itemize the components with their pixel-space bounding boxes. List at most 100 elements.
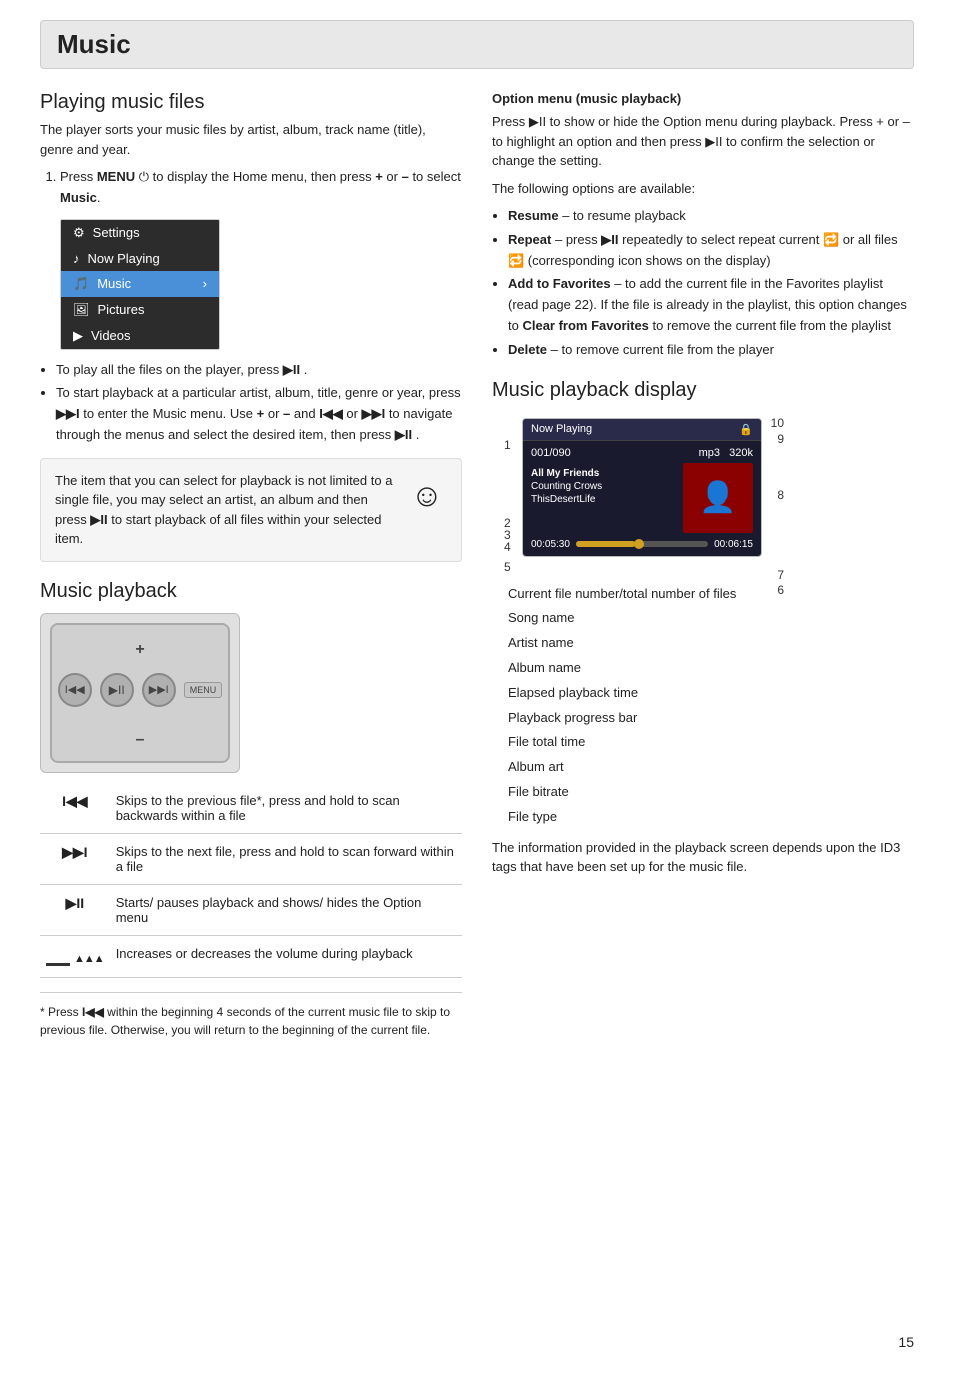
option-resume: Resume – to resume playback bbox=[508, 206, 914, 227]
numbered-item-10: File type bbox=[508, 807, 914, 828]
display-body: 001/090 mp3 320k bbox=[523, 441, 761, 556]
label-8: 8 bbox=[777, 488, 784, 502]
label-10: 10 bbox=[771, 416, 784, 430]
track-number: 001/090 bbox=[531, 447, 571, 459]
plus-label: + bbox=[135, 641, 144, 659]
play-button: ▶II bbox=[100, 673, 134, 707]
pictures-icon: 🖼 bbox=[73, 302, 90, 318]
total-time: 00:06:15 bbox=[714, 539, 753, 550]
option-menu-intro: Press ▶II to show or hide the Option men… bbox=[492, 112, 914, 171]
footnote: * Press I◀◀ within the beginning 4 secon… bbox=[40, 992, 462, 1039]
note-text: The item that you can select for playbac… bbox=[55, 471, 395, 549]
menu-item-pictures: 🖼 Pictures bbox=[61, 297, 219, 323]
music-icon: 🎵 bbox=[73, 276, 89, 292]
option-delete: Delete – to remove current file from the… bbox=[508, 340, 914, 361]
song-info: All My Friends Counting Crows ThisDesert… bbox=[531, 463, 677, 533]
playing-music-files-intro: The player sorts your music files by art… bbox=[40, 120, 462, 159]
volume-icon: ▲▲▲ bbox=[46, 946, 104, 966]
control-next-desc: Skips to the next file, press and hold t… bbox=[110, 833, 462, 884]
numbered-item-4: Album name bbox=[508, 658, 914, 679]
control-next-symbol: ▶▶I bbox=[40, 833, 110, 884]
label-6: 6 bbox=[777, 583, 784, 597]
control-volume-symbol: ▲▲▲ bbox=[40, 935, 110, 977]
control-next: ▶▶I Skips to the next file, press and ho… bbox=[40, 833, 462, 884]
menu-item-nowplaying: ♪ Now Playing bbox=[61, 246, 219, 271]
display-header: Now Playing 🔒 bbox=[523, 419, 761, 441]
music-playback-heading: Music playback bbox=[40, 580, 462, 603]
album-name: ThisDesertLife bbox=[531, 493, 677, 506]
playback-display-heading: Music playback display bbox=[492, 379, 914, 402]
controls-table: I◀◀ Skips to the previous file*, press a… bbox=[40, 783, 462, 978]
right-column: Option menu (music playback) Press ▶II t… bbox=[492, 91, 914, 1057]
option-menu-heading: Option menu (music playback) bbox=[492, 91, 914, 106]
options-intro: The following options are available: bbox=[492, 179, 914, 199]
song-lines: All My Friends Counting Crows ThisDesert… bbox=[531, 467, 677, 506]
now-playing-label: Now Playing bbox=[531, 423, 592, 435]
device-btn-row: I◀◀ ▶II ▶▶I MENU bbox=[58, 673, 223, 707]
playback-info-text: The information provided in the playback… bbox=[492, 838, 914, 877]
settings-icon: ⚙ bbox=[73, 225, 85, 241]
progress-dot bbox=[634, 539, 644, 549]
menu-item-settings: ⚙ Settings bbox=[61, 220, 219, 246]
page-title: Music bbox=[57, 29, 897, 60]
bullet-1: To play all the files on the player, pre… bbox=[56, 360, 462, 381]
numbered-list: Current file number/total number of file… bbox=[508, 584, 914, 828]
left-column: Playing music files The player sorts you… bbox=[40, 91, 462, 1057]
control-volume: ▲▲▲ Increases or decreases the volume du… bbox=[40, 935, 462, 977]
numbered-item-6: Playback progress bar bbox=[508, 708, 914, 729]
option-add-favorites: Add to Favorites – to add the current fi… bbox=[508, 274, 914, 336]
prev-button: I◀◀ bbox=[58, 673, 92, 707]
track-info-row: 001/090 mp3 320k bbox=[531, 447, 753, 459]
step-1: Press MENU ⏻ to display the Home menu, t… bbox=[60, 167, 462, 209]
control-prev-symbol: I◀◀ bbox=[40, 783, 110, 834]
progress-bar bbox=[576, 541, 708, 547]
page: Music Playing music files The player sor… bbox=[0, 0, 954, 1374]
page-header: Music bbox=[40, 20, 914, 69]
label-7: 7 bbox=[777, 568, 784, 582]
note-box: The item that you can select for playbac… bbox=[40, 458, 462, 562]
option-menu-section: Option menu (music playback) Press ▶II t… bbox=[492, 91, 914, 361]
artist-name: Counting Crows bbox=[531, 480, 677, 493]
menu-item-music: 🎵 Music › bbox=[61, 271, 219, 297]
numbered-item-8: Album art bbox=[508, 757, 914, 778]
numbered-item-9: File bitrate bbox=[508, 782, 914, 803]
numbered-item-3: Artist name bbox=[508, 633, 914, 654]
progress-row: 00:05:30 00:06:15 bbox=[531, 539, 753, 550]
control-play: ▶II Starts/ pauses playback and shows/ h… bbox=[40, 884, 462, 935]
label-5: 5 bbox=[504, 560, 511, 574]
playing-music-files-heading: Playing music files bbox=[40, 91, 462, 114]
next-button: ▶▶I bbox=[142, 673, 176, 707]
minus-label: – bbox=[136, 731, 145, 749]
numbered-item-5: Elapsed playback time bbox=[508, 683, 914, 704]
album-art-icon: 👤 bbox=[699, 480, 736, 515]
control-volume-desc: Increases or decreases the volume during… bbox=[110, 935, 462, 977]
videos-icon: ▶ bbox=[73, 328, 83, 344]
menu-screenshot: ⚙ Settings ♪ Now Playing 🎵 Music › 🖼 bbox=[60, 219, 220, 350]
format-bitrate: mp3 320k bbox=[699, 447, 753, 459]
numbered-item-7: File total time bbox=[508, 732, 914, 753]
song-name: All My Friends bbox=[531, 467, 677, 480]
album-art: 👤 bbox=[683, 463, 753, 533]
label-1: 1 bbox=[504, 438, 511, 452]
bullet-2: To start playback at a particular artist… bbox=[56, 383, 462, 445]
device-illustration: + I◀◀ ▶II ▶▶I MENU – bbox=[40, 613, 240, 773]
playing-music-files-section: Playing music files The player sorts you… bbox=[40, 91, 462, 562]
playback-display-section: Music playback display 1 2 3 4 5 10 9 8 … bbox=[492, 379, 914, 877]
page-number: 15 bbox=[898, 1334, 914, 1350]
label-9: 9 bbox=[777, 432, 784, 446]
lock-icon: 🔒 bbox=[739, 423, 753, 436]
music-playback-section: Music playback + I◀◀ ▶II ▶▶I MENU – bbox=[40, 580, 462, 1039]
menu-button: MENU bbox=[184, 682, 223, 698]
playback-display-wrapper: 1 2 3 4 5 10 9 8 7 6 Now Playing 🔒 bbox=[522, 408, 762, 567]
control-play-desc: Starts/ pauses playback and shows/ hides… bbox=[110, 884, 462, 935]
option-repeat: Repeat – press ▶II repeatedly to select … bbox=[508, 230, 914, 272]
label-4: 4 bbox=[504, 540, 511, 554]
numbered-item-1: Current file number/total number of file… bbox=[508, 584, 914, 605]
note-icon: ☺ bbox=[407, 471, 447, 519]
progress-bar-fill bbox=[576, 541, 635, 547]
control-prev: I◀◀ Skips to the previous file*, press a… bbox=[40, 783, 462, 834]
control-play-symbol: ▶II bbox=[40, 884, 110, 935]
control-prev-desc: Skips to the previous file*, press and h… bbox=[110, 783, 462, 834]
playback-display: Now Playing 🔒 001/090 mp3 320k bbox=[522, 418, 762, 557]
elapsed-time: 00:05:30 bbox=[531, 539, 570, 550]
